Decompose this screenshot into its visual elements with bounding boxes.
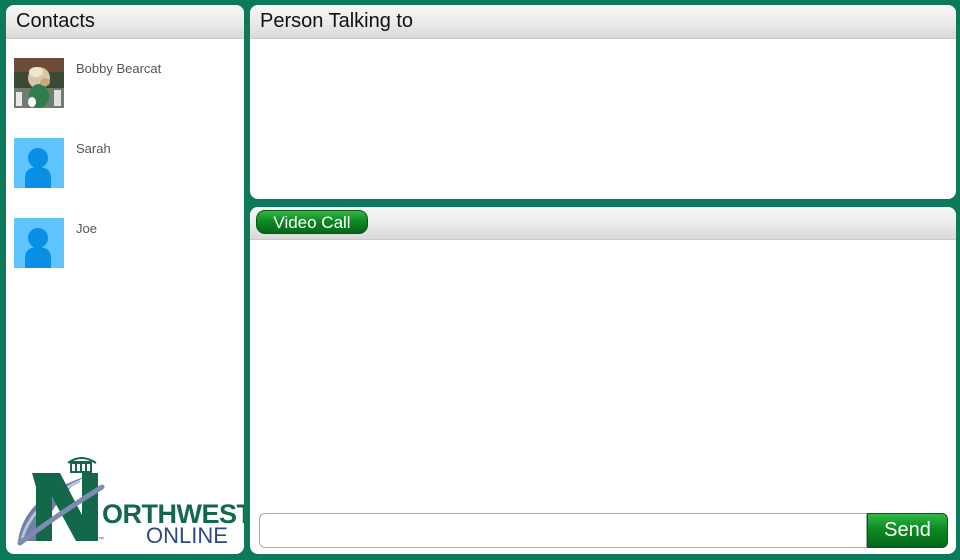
person-talking-header: Person Talking to — [250, 5, 956, 39]
contact-avatar-photo — [14, 58, 64, 108]
contact-avatar — [14, 218, 64, 268]
person-talking-title: Person Talking to — [260, 10, 414, 32]
video-call-button[interactable]: Video Call — [256, 210, 368, 234]
logo-trademark: ™ — [98, 537, 104, 543]
chat-panel: Video Call Send — [250, 207, 956, 554]
contact-item-sarah[interactable]: Sarah — [14, 138, 234, 188]
contact-name: Bobby Bearcat — [76, 61, 162, 76]
mascot-photo-icon — [14, 58, 64, 108]
contact-name: Joe — [76, 221, 97, 236]
person-talking-panel: Person Talking to — [250, 5, 956, 199]
message-input[interactable] — [259, 513, 867, 548]
contact-item-bobby-bearcat[interactable]: Bobby Bearcat — [14, 58, 234, 108]
default-person-icon — [25, 148, 51, 188]
contacts-header: Contacts — [6, 5, 244, 39]
default-person-icon — [25, 228, 51, 268]
contacts-panel: Contacts Bobby Bearcat Sarah Joe ORTHWES… — [6, 5, 244, 554]
contact-avatar — [14, 138, 64, 188]
logo-text-online: ONLINE — [146, 523, 228, 548]
contact-name: Sarah — [76, 141, 111, 156]
chat-toolbar: Video Call — [250, 207, 956, 240]
chat-messages-area[interactable] — [250, 240, 956, 554]
contacts-title: Contacts — [16, 10, 95, 32]
northwest-online-logo: ORTHWEST ONLINE ™ — [14, 457, 244, 549]
send-button[interactable]: Send — [867, 513, 948, 548]
contact-item-joe[interactable]: Joe — [14, 218, 234, 268]
